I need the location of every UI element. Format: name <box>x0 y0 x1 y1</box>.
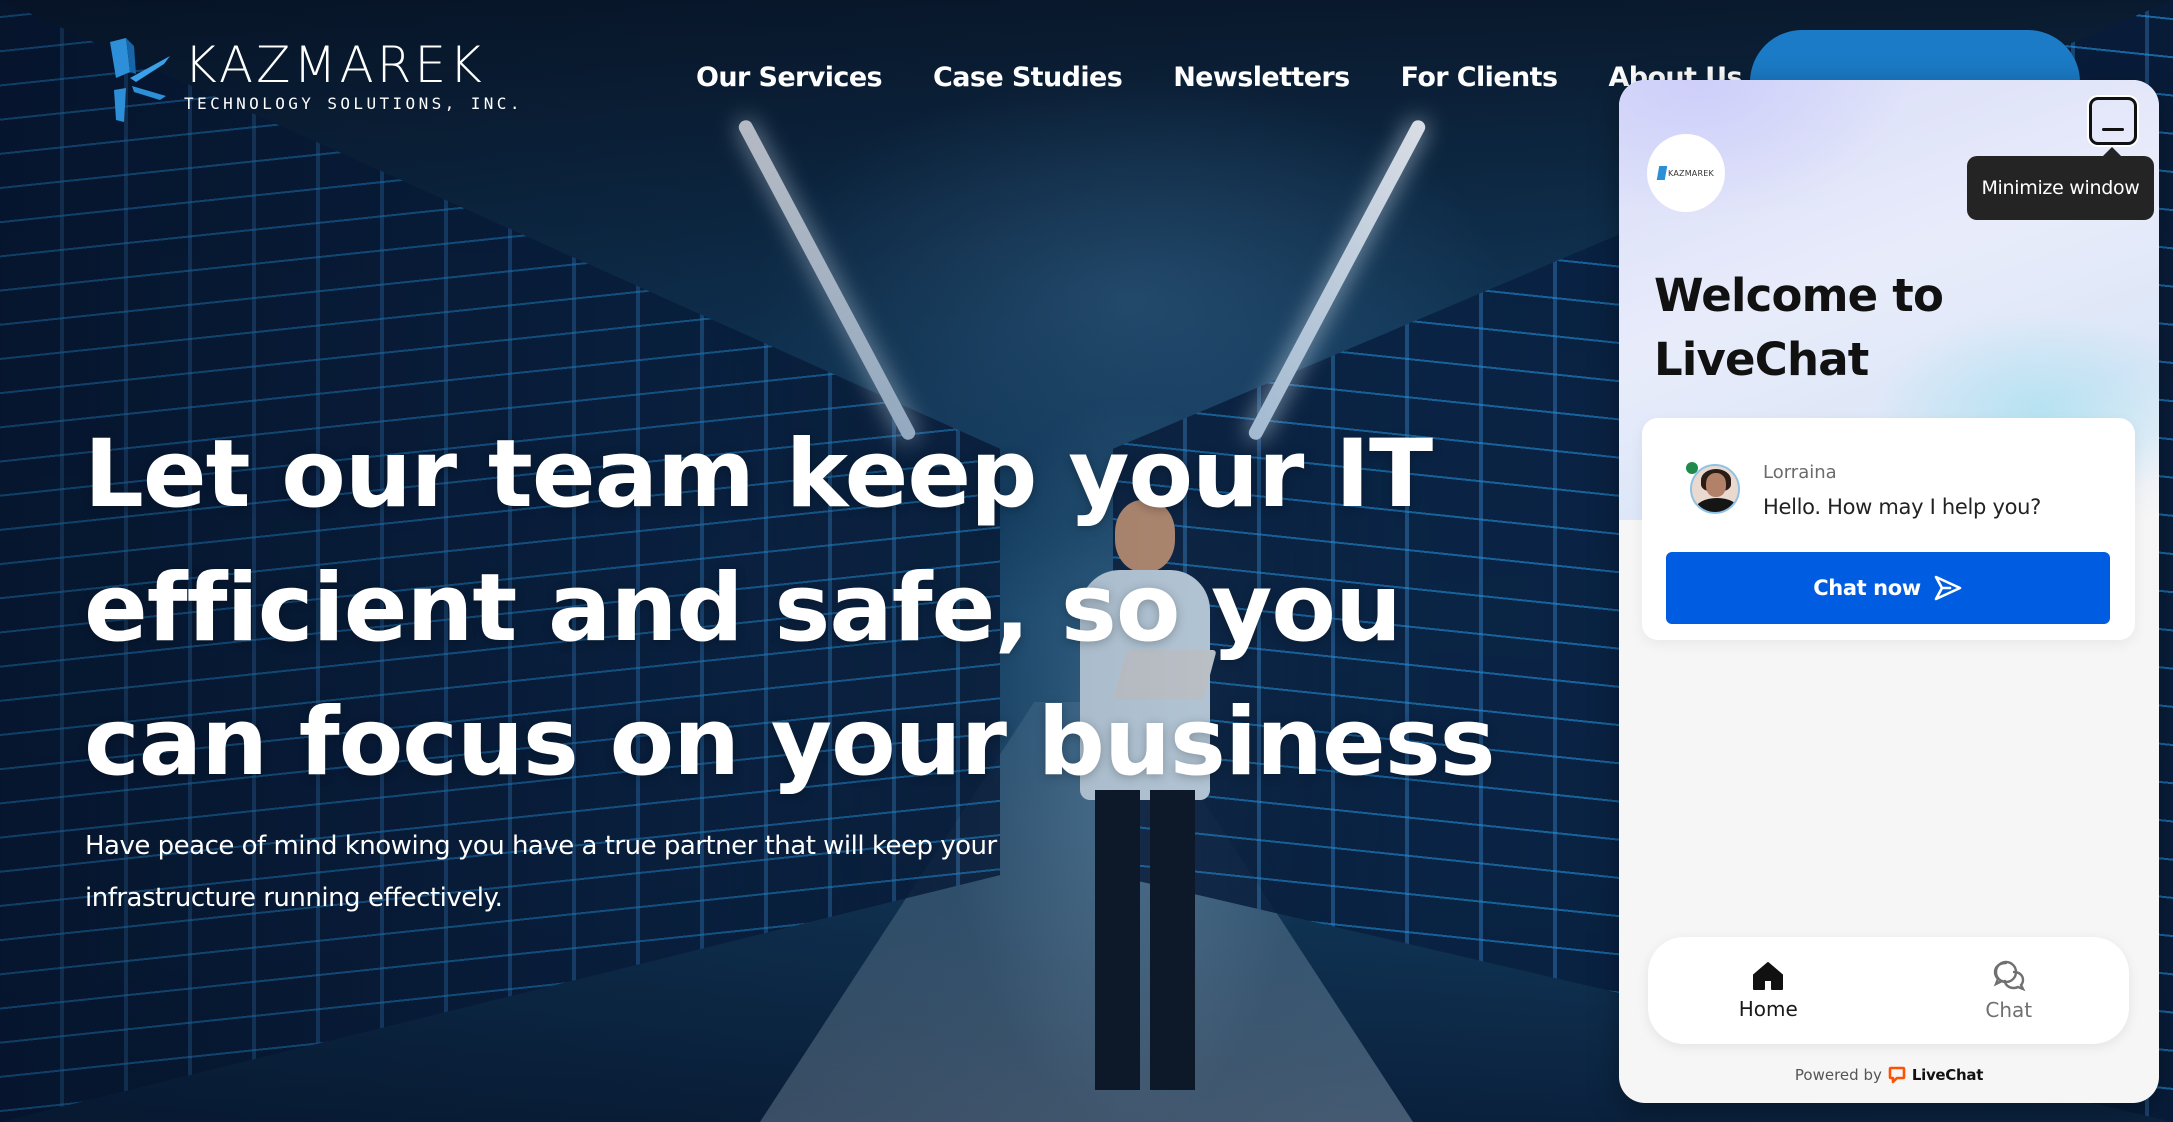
logo-tagline: TECHNOLOGY SOLUTIONS, INC. <box>184 94 523 113</box>
home-icon <box>1753 961 1784 990</box>
online-status-dot <box>1686 462 1698 474</box>
logo-name: KAZMAREK <box>184 36 485 94</box>
hero-title-line: Let our team keep your IT <box>84 420 1433 529</box>
welcome-line: Welcome to <box>1654 269 1944 322</box>
chat-bottom-nav: Home Chat <box>1648 937 2129 1044</box>
nav-for-clients[interactable]: For Clients <box>1401 62 1558 93</box>
agent-message: Hello. How may I help you? <box>1763 495 2041 519</box>
kazmarek-logo-icon <box>1656 166 1668 180</box>
minimize-icon <box>2102 128 2124 131</box>
livechat-widget: KAZMAREK Minimize window Welcome to Live… <box>1619 80 2159 1103</box>
minimize-window-button[interactable] <box>2089 97 2137 145</box>
tab-home-label: Home <box>1738 996 1798 1021</box>
tab-chat-label: Chat <box>1985 997 2033 1022</box>
powered-by-livechat[interactable]: Powered by LiveChat <box>1619 1066 2159 1084</box>
livechat-brand: LiveChat <box>1911 1066 1984 1084</box>
nav-our-services[interactable]: Our Services <box>696 62 883 93</box>
nav-case-studies[interactable]: Case Studies <box>933 62 1123 93</box>
chat-now-button[interactable]: Chat now <box>1666 552 2110 624</box>
company-avatar: KAZMAREK <box>1647 134 1725 212</box>
agent-name: Lorraina <box>1763 462 1837 483</box>
main-nav: Our Services Case Studies Newsletters Fo… <box>696 62 1743 93</box>
welcome-heading: Welcome to LiveChat <box>1654 264 1944 392</box>
hero-subtitle-line: Have peace of mind knowing you have a tr… <box>85 831 997 861</box>
kazmarek-logo-icon <box>110 38 170 122</box>
agent-avatar <box>1690 464 1740 514</box>
company-avatar-text: KAZMAREK <box>1668 168 1714 178</box>
chat-bubbles-icon <box>1993 960 2026 991</box>
site-logo[interactable]: KAZMAREK TECHNOLOGY SOLUTIONS, INC. <box>104 38 523 124</box>
welcome-line: LiveChat <box>1654 333 1869 386</box>
hero-title-line: can focus on your business <box>84 688 1496 797</box>
hero-subtitle-line: infrastructure running effectively. <box>85 883 503 913</box>
chat-now-label: Chat now <box>1813 576 1921 600</box>
tab-chat[interactable]: Chat <box>1889 937 2130 1044</box>
livechat-logo-icon <box>1888 1066 1906 1084</box>
powered-by-text: Powered by <box>1794 1066 1882 1084</box>
tab-home[interactable]: Home <box>1648 937 1889 1044</box>
agent-message-card: Lorraina Hello. How may I help you? Chat… <box>1642 418 2135 640</box>
hero-title: Let our team keep your IT efficient and … <box>84 408 1584 810</box>
nav-newsletters[interactable]: Newsletters <box>1173 62 1350 93</box>
hero-subtitle: Have peace of mind knowing you have a tr… <box>85 820 1125 924</box>
minimize-tooltip: Minimize window <box>1967 147 2154 220</box>
send-icon <box>1934 575 1962 601</box>
hero-title-line: efficient and safe, so you <box>84 554 1402 663</box>
